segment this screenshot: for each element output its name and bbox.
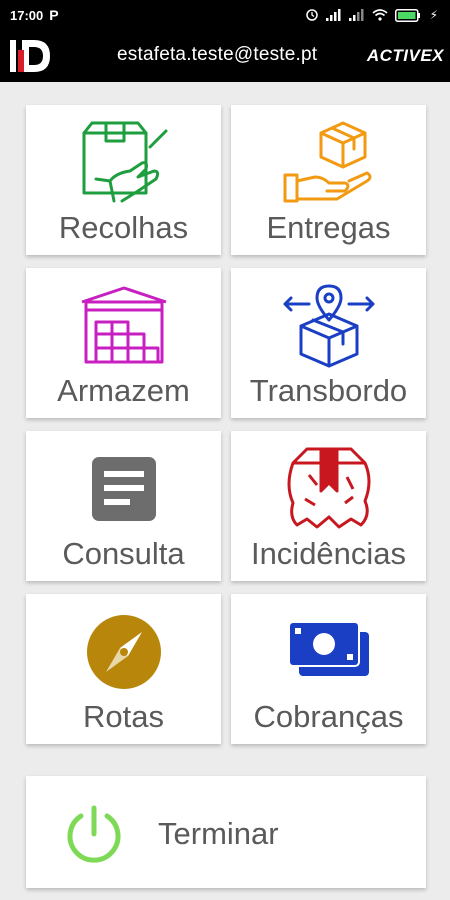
status-left: 17:00 P [10, 7, 59, 23]
id-logo-icon [10, 40, 50, 72]
signal-icon [325, 9, 341, 21]
menu-tile-recolhas[interactable]: Recolhas [26, 105, 221, 255]
menu-label-recolhas: Recolhas [58, 210, 189, 245]
menu-tile-transbordo[interactable]: Transbordo [231, 268, 426, 418]
menu-label-entregas: Entregas [266, 210, 391, 245]
menu-label-cobrancas: Cobranças [253, 699, 404, 734]
charging-bolt-icon: ⚡ [429, 8, 438, 22]
menu-label-transbordo: Transbordo [249, 373, 408, 408]
damaged-box-icon [231, 443, 426, 533]
wifi-icon [372, 9, 388, 21]
menu-tile-consulta[interactable]: Consulta [26, 431, 221, 581]
package-hand-delivery-icon [231, 117, 426, 207]
brand-logo: ACTIVEX [366, 46, 444, 65]
box-location-transfer-icon [231, 280, 426, 370]
app-logo [8, 36, 56, 76]
compass-icon [26, 606, 221, 696]
bluetooth-alarm-icon [305, 9, 318, 21]
menu-tile-entregas[interactable]: Entregas [231, 105, 426, 255]
menu-tile-incidencias[interactable]: Incidências [231, 431, 426, 581]
menu-label-rotas: Rotas [83, 699, 164, 734]
terminar-button[interactable]: Terminar [26, 776, 426, 888]
user-email: estafeta.teste@teste.pt [117, 44, 318, 65]
signal-icon-2 [348, 9, 364, 21]
status-right: ⚡ [305, 8, 438, 22]
package-pickup-icon [26, 117, 221, 207]
status-bar: 17:00 P ⚡ [0, 0, 450, 30]
status-time: 17:00 [10, 7, 44, 23]
menu-label-consulta: Consulta [62, 536, 185, 571]
menu-tile-rotas[interactable]: Rotas [26, 594, 221, 744]
menu-tile-armazem[interactable]: Armazem [26, 268, 221, 418]
parking-p-icon: P [49, 7, 59, 23]
warehouse-icon [26, 280, 221, 370]
terminar-label: Terminar [158, 816, 279, 851]
app-header: estafeta.teste@teste.pt ACTIVEX [0, 30, 450, 82]
money-icon [231, 606, 426, 696]
menu-label-armazem: Armazem [57, 373, 190, 408]
menu-label-incidencias: Incidências [250, 536, 407, 571]
power-icon [67, 805, 121, 863]
battery-charging-icon [394, 8, 420, 22]
menu-tile-cobrancas[interactable]: Cobranças [231, 594, 426, 744]
document-icon [26, 443, 221, 533]
